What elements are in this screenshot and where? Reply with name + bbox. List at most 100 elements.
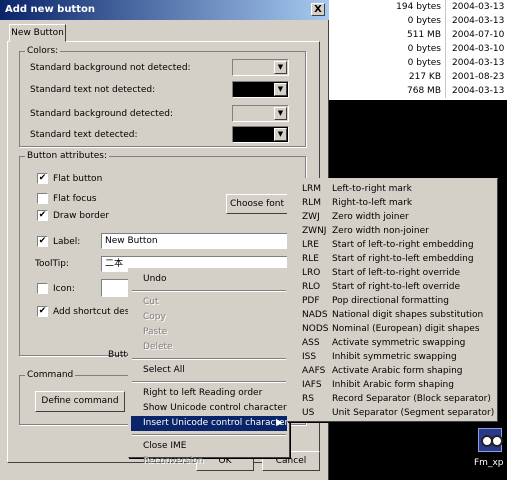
title-bar[interactable]: Add new button X bbox=[0, 0, 329, 20]
file-row[interactable]: 0 bytes 2004-03-13 2 bbox=[329, 56, 507, 70]
unicode-abbr: LRE bbox=[302, 240, 319, 250]
label-input[interactable]: New Button bbox=[101, 233, 288, 249]
unicode-name: Unit Separator (Segment separator) bbox=[332, 408, 495, 418]
unicode-item-nads[interactable]: NADS National digit shapes substitution bbox=[290, 308, 496, 322]
define-command-button[interactable]: Define command bbox=[35, 391, 125, 412]
icon-field[interactable] bbox=[101, 279, 131, 297]
context-menu-item-select-all[interactable]: Select All bbox=[131, 363, 287, 378]
bg-not-detected-color-select[interactable]: ▼ bbox=[232, 59, 289, 76]
tab-new-button[interactable]: New Button bbox=[9, 24, 66, 42]
context-menu-item-cut[interactable]: Cut bbox=[131, 295, 287, 310]
unicode-item-pdf[interactable]: PDF Pop directional formatting bbox=[290, 294, 496, 308]
desktop-icon-label: Fm_xp bbox=[474, 458, 504, 468]
menu-item-label: Undo bbox=[143, 274, 167, 284]
unicode-abbr: NADS bbox=[302, 310, 328, 320]
unicode-item-nods[interactable]: NODS Nominal (European) digit shapes bbox=[290, 322, 496, 336]
context-menu-item-right-to-left-reading-order[interactable]: Right to left Reading order bbox=[131, 386, 287, 401]
menu-separator bbox=[132, 290, 286, 292]
unicode-name: Left-to-right mark bbox=[332, 184, 412, 194]
file-row[interactable]: 768 MB 2004-03-13 2 bbox=[329, 84, 507, 98]
file-date: 2004-03-13 2 bbox=[452, 16, 507, 26]
file-date: 2004-07-10 1 bbox=[452, 30, 507, 40]
context-menu-item-show-unicode-control-characters[interactable]: Show Unicode control characters bbox=[131, 401, 291, 416]
context-menu-item-delete[interactable]: Delete bbox=[131, 340, 287, 355]
close-button[interactable]: X bbox=[311, 3, 325, 16]
unicode-item-aafs[interactable]: AAFS Activate Arabic form shaping bbox=[290, 364, 496, 378]
bg-detected-label: Standard background detected: bbox=[30, 109, 173, 119]
bg-detected-color-select[interactable]: ▼ bbox=[232, 105, 289, 122]
menu-item-label: Close IME bbox=[143, 441, 187, 451]
unicode-name: Inhibit symmetric swapping bbox=[332, 352, 457, 362]
unicode-abbr: RLE bbox=[302, 254, 319, 264]
chevron-down-icon: ▼ bbox=[274, 61, 287, 74]
menu-item-label: Cut bbox=[143, 297, 159, 307]
file-row[interactable]: 511 MB 2004-07-10 1 bbox=[329, 28, 507, 42]
context-menu-item-insert-unicode-control-character[interactable]: Insert Unicode control character ▶ bbox=[131, 416, 288, 431]
text-not-detected-label: Standard text not detected: bbox=[30, 85, 156, 95]
file-row[interactable]: 0 bytes 2004-03-13 2 bbox=[329, 14, 507, 28]
chevron-right-icon: ▶ bbox=[276, 418, 283, 428]
context-menu-item-paste[interactable]: Paste bbox=[131, 325, 287, 340]
unicode-name: Nominal (European) digit shapes bbox=[332, 324, 480, 334]
unicode-item-lrm[interactable]: LRM Left-to-right mark bbox=[290, 182, 496, 196]
unicode-abbr: RLM bbox=[302, 198, 322, 208]
file-size: 768 MB bbox=[329, 84, 446, 98]
file-row[interactable]: 0 bytes 2004-03-10 2 bbox=[329, 42, 507, 56]
label-checkbox[interactable]: ✔ bbox=[37, 236, 48, 247]
file-size: 0 bytes bbox=[329, 42, 446, 56]
unicode-item-lre[interactable]: LRE Start of left-to-right embedding bbox=[290, 238, 496, 252]
unicode-abbr: NODS bbox=[302, 324, 329, 334]
unicode-item-rs[interactable]: RS Record Separator (Block separator) bbox=[290, 392, 496, 406]
draw-border-checkbox[interactable]: ✔ bbox=[37, 210, 48, 221]
unicode-abbr: LRO bbox=[302, 268, 321, 278]
unicode-item-zwnj[interactable]: ZWNJ Zero width non-joiner bbox=[290, 224, 496, 238]
tooltip-label: ToolTip: bbox=[35, 259, 69, 269]
flat-button-checkbox[interactable]: ✔ bbox=[37, 173, 48, 184]
menu-item-label: Copy bbox=[143, 312, 166, 322]
unicode-item-us[interactable]: US Unit Separator (Segment separator) bbox=[290, 406, 496, 420]
menu-item-label: Reconversion bbox=[143, 456, 204, 466]
shortcut-checkbox[interactable]: ✔ bbox=[37, 306, 48, 317]
unicode-control-submenu: LRM Left-to-right mark RLM Right-to-left ma… bbox=[287, 178, 498, 422]
chevron-down-icon: ▼ bbox=[274, 107, 287, 120]
unicode-item-ass[interactable]: ASS Activate symmetric swapping bbox=[290, 336, 496, 350]
chevron-down-icon: ▼ bbox=[274, 83, 287, 96]
unicode-name: Activate symmetric swapping bbox=[332, 338, 466, 348]
unicode-abbr: PDF bbox=[302, 296, 320, 306]
file-row[interactable]: 217 KB 2001-08-23 1 bbox=[329, 70, 507, 84]
command-group-label: Command bbox=[25, 370, 76, 380]
context-menu: Undo Cut Copy Paste Delete Select All Right to… bbox=[128, 268, 291, 466]
unicode-item-rlm[interactable]: RLM Right-to-left mark bbox=[290, 196, 496, 210]
context-menu-item-copy[interactable]: Copy bbox=[131, 310, 287, 325]
unicode-item-iafs[interactable]: IAFS Inhibit Arabic form shaping bbox=[290, 378, 496, 392]
file-size: 511 MB bbox=[329, 28, 446, 42]
context-menu-item-close-ime[interactable]: Close IME bbox=[131, 439, 287, 454]
file-list: 194 bytes 2004-03-13 2 0 bytes 2004-03-13 2… bbox=[329, 0, 507, 100]
unicode-abbr: ZWJ bbox=[302, 212, 320, 222]
fm-xp-icon[interactable] bbox=[478, 428, 503, 452]
unicode-name: Zero width joiner bbox=[332, 212, 409, 222]
unicode-item-iss[interactable]: ISS Inhibit symmetric swapping bbox=[290, 350, 496, 364]
unicode-item-lro[interactable]: LRO Start of left-to-right override bbox=[290, 266, 496, 280]
unicode-item-rlo[interactable]: RLO Start of right-to-left override bbox=[290, 280, 496, 294]
text-detected-color-select[interactable]: ▼ bbox=[232, 126, 289, 143]
file-row[interactable]: 194 bytes 2004-03-13 2 bbox=[329, 0, 507, 14]
context-menu-item-reconversion[interactable]: Reconversion bbox=[131, 454, 287, 469]
icon-checkbox[interactable] bbox=[37, 283, 48, 294]
unicode-name: Zero width non-joiner bbox=[332, 226, 429, 236]
unicode-name: Record Separator (Block separator) bbox=[332, 394, 491, 404]
choose-font-button[interactable]: Choose font bbox=[226, 194, 288, 214]
file-date: 2004-03-13 2 bbox=[452, 2, 507, 12]
file-size: 217 KB bbox=[329, 70, 446, 84]
button-attributes-label: Button attributes: bbox=[25, 151, 109, 161]
unicode-item-zwj[interactable]: ZWJ Zero width joiner bbox=[290, 210, 496, 224]
unicode-name: Start of left-to-right embedding bbox=[332, 240, 474, 250]
unicode-name: Start of right-to-left override bbox=[332, 282, 461, 292]
flat-focus-checkbox[interactable] bbox=[37, 193, 48, 204]
menu-item-label: Select All bbox=[143, 365, 185, 375]
unicode-item-rle[interactable]: RLE Start of right-to-left embedding bbox=[290, 252, 496, 266]
colors-group-label: Colors: bbox=[25, 46, 61, 56]
bg-not-detected-label: Standard background not detected: bbox=[30, 63, 191, 73]
context-menu-item-undo[interactable]: Undo bbox=[131, 272, 287, 287]
text-not-detected-color-select[interactable]: ▼ bbox=[232, 81, 289, 98]
